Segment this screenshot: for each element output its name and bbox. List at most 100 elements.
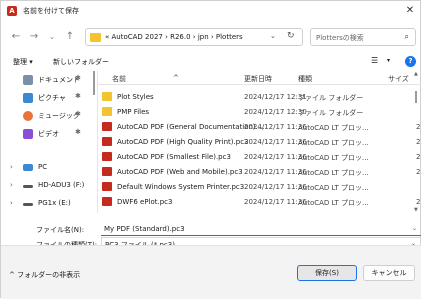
- file-name: DWF6 ePlot.pc3: [117, 198, 173, 206]
- sidebar-item-label: ビデオ: [38, 130, 59, 138]
- breadcrumb[interactable]: « AutoCAD 2027 › R26.0 › jpn › Plotters: [105, 33, 243, 41]
- sidebar-item-music[interactable]: ミュージック ✱: [1, 107, 93, 125]
- address-dropdown-chevron-icon[interactable]: ⌄: [270, 32, 276, 40]
- dialog-title: 名前を付けて保存: [23, 7, 79, 15]
- drive-icon: [23, 185, 33, 188]
- close-icon[interactable]: ✕: [403, 4, 417, 18]
- file-row[interactable]: AutoCAD PDF (High Quality Print).pc3 202…: [98, 134, 421, 149]
- file-row[interactable]: DWF6 ePlot.pc3 2024/12/17 11:36 AutoCAD …: [98, 194, 421, 209]
- pin-icon: ✱: [75, 92, 81, 100]
- cancel-button[interactable]: キャンセル: [363, 265, 415, 281]
- view-dropdown-chevron-icon[interactable]: ▾: [387, 57, 390, 64]
- file-row[interactable]: AutoCAD PDF (Web and Mobile).pc3 2024/12…: [98, 164, 421, 179]
- expand-chevron-icon[interactable]: ›: [10, 163, 13, 171]
- file-name: Default Windows System Printer.pc3: [117, 183, 245, 191]
- pc3-file-icon: [102, 197, 112, 206]
- pictures-icon: [23, 93, 33, 103]
- sort-ascending-icon: ^: [173, 74, 179, 82]
- file-name: AutoCAD PDF (Web and Mobile).pc3: [117, 168, 243, 176]
- view-options-icon[interactable]: ☰: [371, 56, 378, 65]
- column-header-type[interactable]: 種類: [298, 74, 312, 84]
- filename-input[interactable]: My PDF (Standard).pc3 ⌄: [101, 222, 421, 236]
- refresh-icon[interactable]: ↻: [287, 31, 295, 41]
- back-arrow-icon[interactable]: ←: [9, 30, 23, 44]
- file-row[interactable]: Plot Styles 2024/12/17 12:31 ファイル フォルダー: [98, 89, 421, 104]
- file-type: AutoCAD LT プロッ...: [298, 154, 369, 162]
- drive-icon: [23, 203, 33, 206]
- sidebar-item-videos[interactable]: ビデオ ✱: [1, 125, 93, 143]
- navigation-bar: ← → ⌄ ↑ « AutoCAD 2027 › R26.0 › jpn › P…: [1, 27, 421, 47]
- file-name: AutoCAD PDF (Smallest File).pc3: [117, 153, 231, 161]
- folder-icon: [102, 92, 112, 101]
- column-header-date[interactable]: 更新日時: [244, 74, 272, 84]
- navigation-pane: ドキュメント ✱ ピクチャ ✱ ミュージック ✱ ビデオ ✱ › PC › HD…: [1, 71, 95, 213]
- expand-chevron-icon[interactable]: ›: [10, 181, 13, 189]
- file-row[interactable]: AutoCAD PDF (General Documentation).... …: [98, 119, 421, 134]
- forward-arrow-icon[interactable]: →: [27, 30, 41, 44]
- file-list-scrollbar[interactable]: ▲ ▼: [414, 71, 418, 213]
- save-button[interactable]: 保存(S): [297, 265, 357, 281]
- videos-icon: [23, 129, 33, 139]
- sidebar-item-documents[interactable]: ドキュメント ✱: [1, 71, 93, 89]
- sidebar-item-label: ドキュメント: [38, 76, 80, 84]
- sidebar-item-label: HD-ADU3 (F:): [38, 181, 85, 189]
- file-type: AutoCAD LT プロッ...: [298, 124, 369, 132]
- help-icon[interactable]: ?: [405, 56, 416, 67]
- music-icon: [23, 111, 33, 121]
- file-type: AutoCAD LT プロッ...: [298, 169, 369, 177]
- command-bar: 整理 ▾ 新しいフォルダー ☰ ▾ ?: [1, 54, 421, 70]
- search-box[interactable]: Plottersの検索 ⌕: [310, 28, 416, 46]
- scrollbar-thumb[interactable]: [415, 91, 417, 103]
- filename-value[interactable]: My PDF (Standard).pc3: [104, 225, 185, 233]
- sidebar-scrollbar[interactable]: [93, 71, 95, 95]
- sidebar-item-label: PC: [38, 163, 48, 171]
- file-type: AutoCAD LT プロッ...: [298, 139, 369, 147]
- filename-row: ファイル名(N): My PDF (Standard).pc3 ⌄: [1, 222, 421, 236]
- organize-button[interactable]: 整理 ▾: [13, 57, 33, 67]
- pin-icon: ✱: [75, 128, 81, 136]
- folder-icon: [90, 33, 101, 42]
- pc3-file-icon: [102, 182, 112, 191]
- hide-folders-label: フォルダーの非表示: [17, 271, 81, 279]
- sidebar-item-pg1x[interactable]: › PG1x (E:): [1, 195, 93, 213]
- sidebar-item-label: ミュージック: [38, 112, 80, 120]
- recent-locations-chevron-icon[interactable]: ⌄: [45, 30, 59, 44]
- file-name: AutoCAD PDF (General Documentation)....: [117, 123, 265, 131]
- sidebar-item-label: PG1x (E:): [38, 199, 71, 207]
- dialog-footer: ^ フォルダーの非表示 保存(S) キャンセル: [1, 245, 421, 299]
- filename-label: ファイル名(N):: [36, 226, 85, 234]
- scroll-down-arrow-icon[interactable]: ▼: [414, 207, 418, 213]
- column-header-name[interactable]: 名前: [112, 74, 126, 84]
- file-name: AutoCAD PDF (High Quality Print).pc3: [117, 138, 249, 146]
- file-row[interactable]: AutoCAD PDF (Smallest File).pc3 2024/12/…: [98, 149, 421, 164]
- hide-folders-toggle[interactable]: ^ フォルダーの非表示: [9, 270, 80, 280]
- sidebar-item-hd-adu3[interactable]: › HD-ADU3 (F:): [1, 177, 93, 195]
- expand-chevron-icon[interactable]: ›: [10, 199, 13, 207]
- column-header-size[interactable]: サイズ: [388, 74, 409, 84]
- file-row[interactable]: Default Windows System Printer.pc3 2024/…: [98, 179, 421, 194]
- pin-icon: ✱: [75, 110, 81, 118]
- file-type: ファイル フォルダー: [298, 94, 364, 102]
- save-as-dialog: A 名前を付けて保存 ✕ ← → ⌄ ↑ « AutoCAD 2027 › R2…: [0, 0, 421, 299]
- scroll-up-arrow-icon[interactable]: ▲: [414, 71, 418, 77]
- pc3-file-icon: [102, 122, 112, 131]
- pc-icon: [23, 164, 33, 171]
- new-folder-button[interactable]: 新しいフォルダー: [53, 57, 109, 67]
- folder-icon: [102, 107, 112, 116]
- chevron-up-icon: ^: [9, 271, 18, 279]
- pin-icon: ✱: [75, 74, 81, 82]
- autocad-app-icon: A: [7, 6, 17, 16]
- up-arrow-icon[interactable]: ↑: [63, 30, 77, 44]
- address-bar[interactable]: « AutoCAD 2027 › R26.0 › jpn › Plotters …: [85, 28, 303, 46]
- chevron-down-icon[interactable]: ⌄: [412, 225, 417, 232]
- file-row[interactable]: PMP Files 2024/12/17 12:30 ファイル フォルダー: [98, 104, 421, 119]
- search-icon[interactable]: ⌕: [405, 32, 409, 42]
- sidebar-item-pc[interactable]: › PC: [1, 159, 93, 177]
- documents-icon: [23, 75, 33, 85]
- file-list: 名前 ^ 更新日時 種類 サイズ Plot Styles 2024/12/17 …: [98, 71, 421, 215]
- column-header-row: 名前 ^ 更新日時 種類 サイズ: [98, 71, 421, 85]
- file-type: AutoCAD LT プロッ...: [298, 184, 369, 192]
- search-placeholder: Plottersの検索: [316, 34, 364, 42]
- sidebar-item-pictures[interactable]: ピクチャ ✱: [1, 89, 93, 107]
- file-type: ファイル フォルダー: [298, 109, 364, 117]
